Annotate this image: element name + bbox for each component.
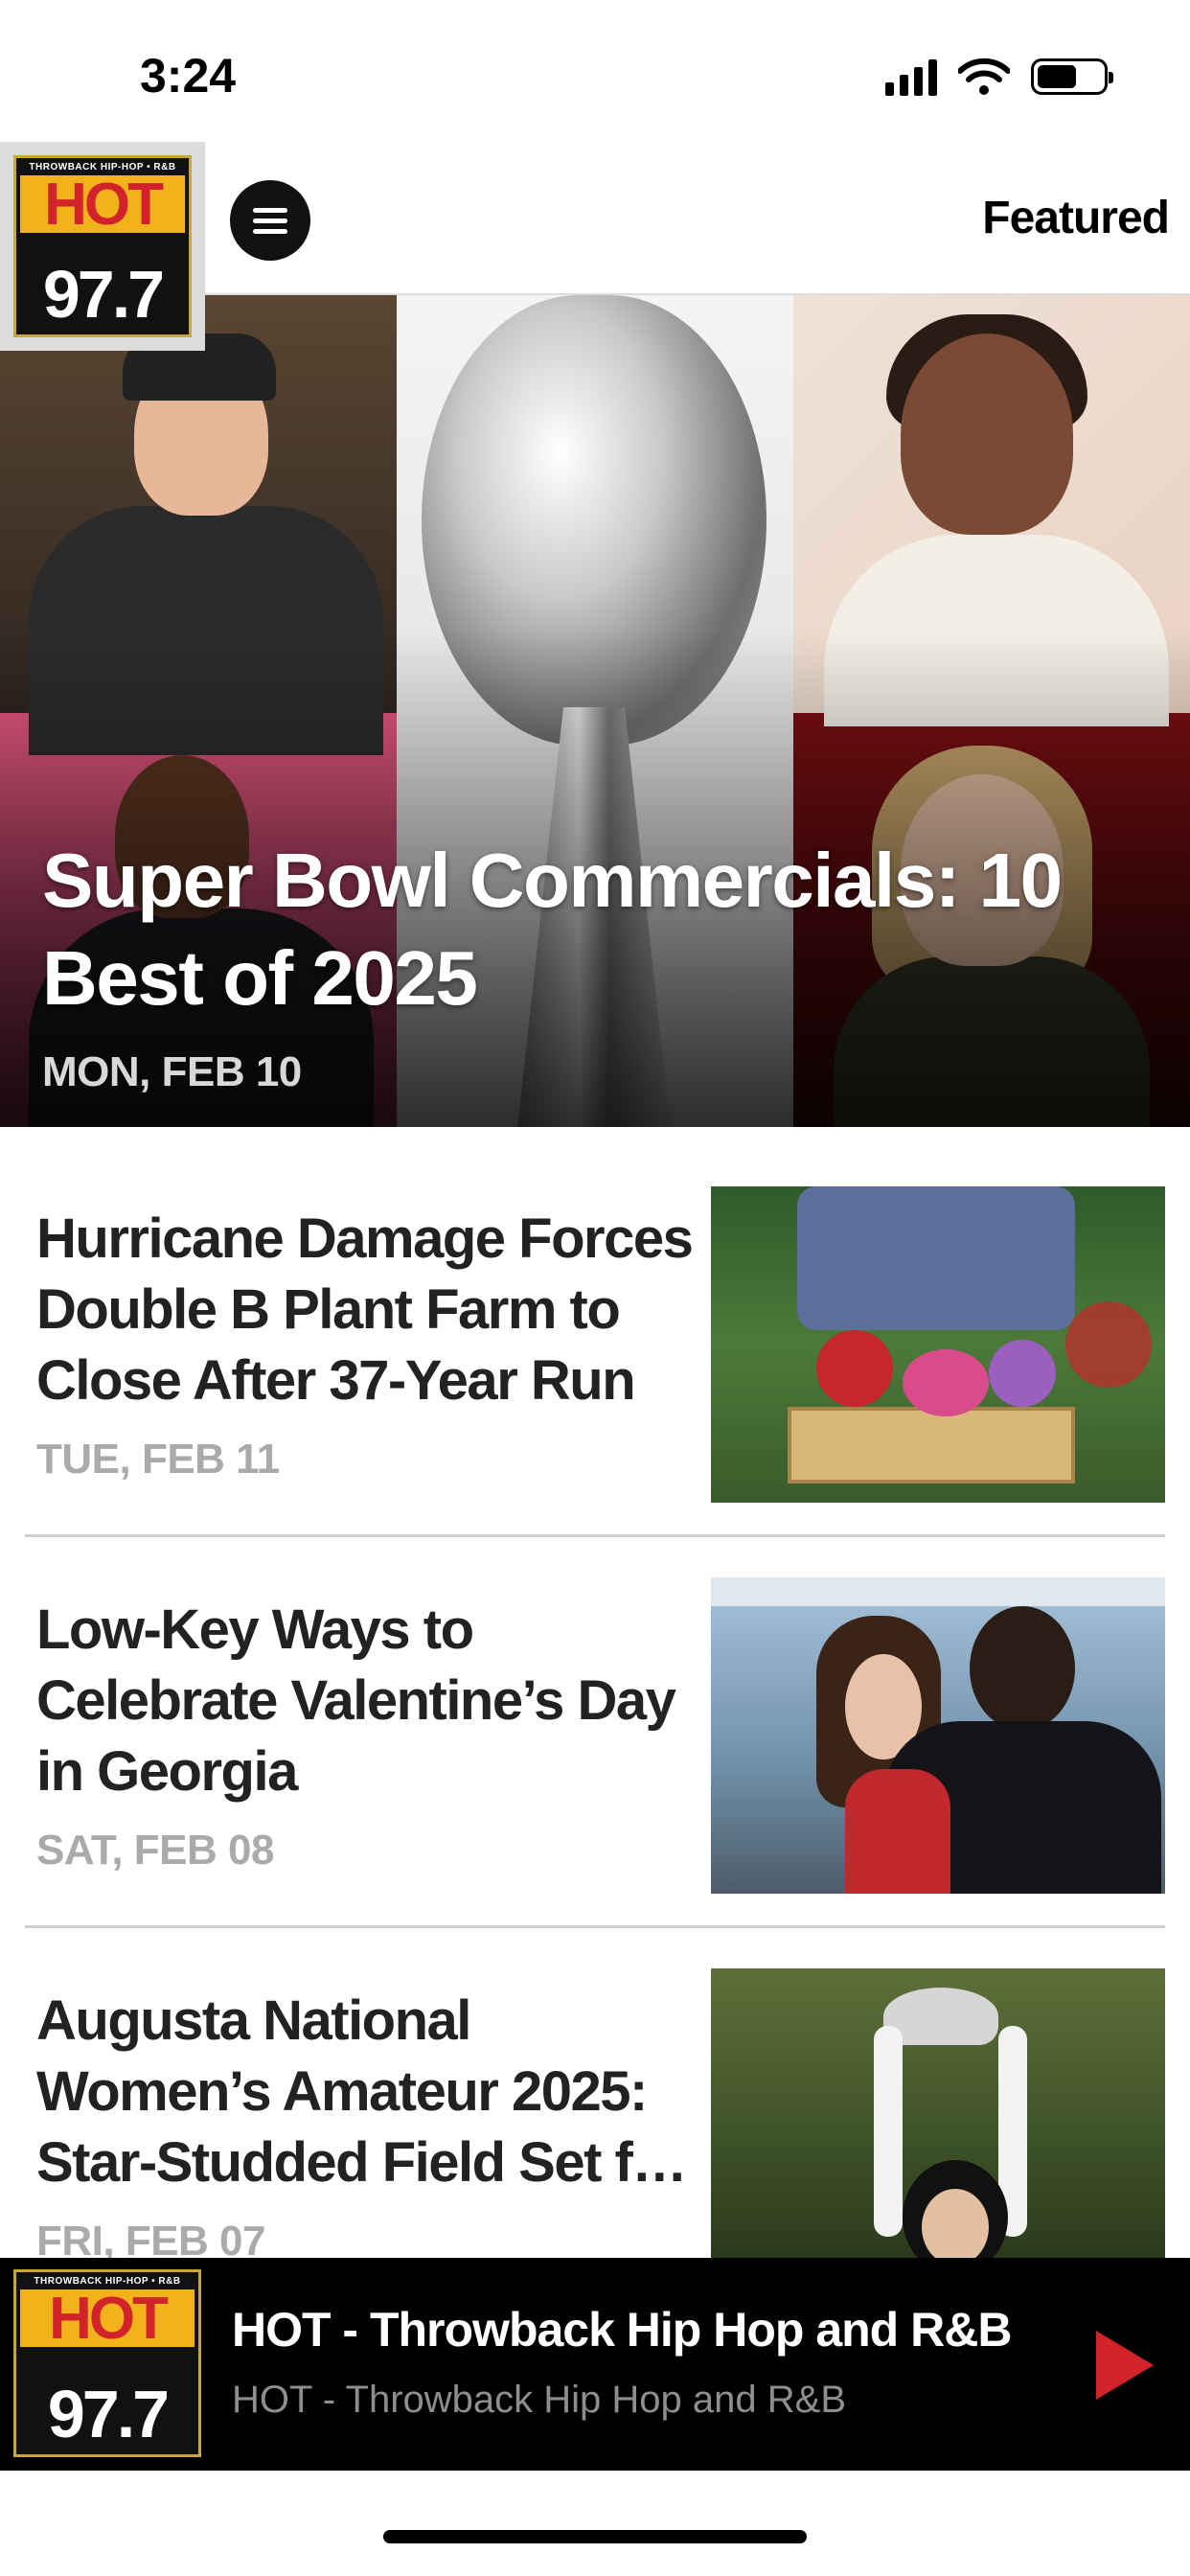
list-item[interactable]: Low-Key Ways to Celebrate Valentine’s Da… <box>25 1537 1165 1928</box>
hero-title[interactable]: Super Bowl Commercials: 10 Best of 2025 <box>42 832 1144 1027</box>
story-date: FRI, FEB 07 <box>36 2218 266 2258</box>
hero-story[interactable]: Super Bowl Commercials: 10 Best of 2025 … <box>0 295 1190 1127</box>
logo-frequency: 97.7 <box>42 257 165 332</box>
player-subtitle: HOT - Throwback Hip Hop and R&B <box>232 2379 846 2421</box>
hamburger-icon <box>253 207 287 213</box>
player-station-logo: THROWBACK HIP-HOP • R&B HOT 97.7 <box>13 2269 201 2457</box>
mini-player[interactable]: THROWBACK HIP-HOP • R&B HOT 97.7 HOT - T… <box>0 2258 1190 2471</box>
story-title[interactable]: Low-Key Ways to Celebrate Valentine’s Da… <box>36 1595 698 1807</box>
story-date: TUE, FEB 11 <box>36 1436 280 1483</box>
list-item[interactable]: Augusta National Women’s Amateur 2025: S… <box>25 1928 1165 2258</box>
story-thumbnail[interactable] <box>711 1577 1165 1894</box>
list-item[interactable]: Hurricane Damage Forces Double B Plant F… <box>25 1146 1165 1537</box>
cellular-signal-icon <box>885 58 937 96</box>
logo-word: HOT <box>20 175 185 235</box>
hot-logo-icon: THROWBACK HIP-HOP • R&B HOT 97.7 <box>13 155 192 337</box>
hero-date: MON, FEB 10 <box>42 1048 302 1095</box>
story-title[interactable]: Augusta National Women’s Amateur 2025: S… <box>36 1986 698 2198</box>
hot-logo-icon: THROWBACK HIP-HOP • R&B HOT 97.7 <box>13 2269 201 2457</box>
home-indicator[interactable] <box>383 2530 807 2543</box>
status-bar: 3:24 <box>0 0 1190 144</box>
station-logo[interactable]: THROWBACK HIP-HOP • R&B HOT 97.7 <box>0 142 205 351</box>
battery-icon <box>1031 58 1113 95</box>
logo-frequency: 97.7 <box>47 2377 170 2451</box>
status-time: 3:24 <box>140 49 237 103</box>
play-icon[interactable] <box>1096 2331 1154 2400</box>
story-thumbnail[interactable] <box>711 1186 1165 1503</box>
wifi-icon <box>958 58 1010 95</box>
story-thumbnail[interactable] <box>711 1968 1165 2258</box>
logo-word: HOT <box>20 2289 195 2349</box>
status-icons <box>885 58 1113 96</box>
story-date: SAT, FEB 08 <box>36 1827 274 1874</box>
story-title[interactable]: Hurricane Damage Forces Double B Plant F… <box>36 1204 698 1416</box>
menu-button[interactable] <box>230 180 310 261</box>
tab-featured[interactable]: Featured <box>982 192 1170 244</box>
player-title: HOT - Throwback Hip Hop and R&B <box>232 2303 1012 2357</box>
